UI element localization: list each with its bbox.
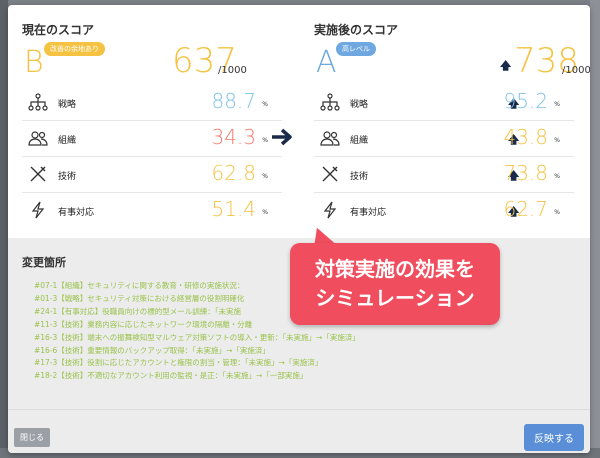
tools-icon [322, 166, 338, 182]
callout-line-2: シミュレーション [315, 286, 475, 310]
background-page-left [0, 0, 8, 458]
metric-unit: % [262, 173, 268, 180]
list-item: #18-2【技術】不適切なアカウント利用の監視・是正：「未実施」→「一部実施」 [34, 371, 308, 381]
metric-label: 戦略 [58, 100, 77, 110]
changes-title: 変更箇所 [22, 256, 66, 269]
after-metric-technology: 技術 🡅 73.8 % [314, 157, 574, 193]
after-score-title: 実施後のスコア [314, 23, 399, 37]
metric-value: 51.4 [211, 197, 256, 221]
metric-value: 34.3 [211, 125, 256, 149]
current-grade-badge: 改善の余地あり [44, 42, 105, 56]
metric-label: 有事対応 [58, 208, 95, 218]
callout-text: 対策実施の効果を シミュレーション [290, 255, 500, 313]
metric-unit: % [554, 101, 560, 108]
after-metric-strategy: 戦略 🡅 95.2 % [314, 85, 574, 121]
current-metric-strategy: 戦略 88.7 % [22, 85, 282, 121]
current-metric-incident: 有事対応 51.4 % [22, 193, 282, 229]
after-grade-badge: 高レベル [336, 42, 376, 56]
score-simulation-modal: 現在のスコア B 改善の余地あり 637 /1000 戦略 88.7 % 組織 … [8, 5, 590, 453]
list-item: #17-3【技術】役割に応じたアカウントと権限の割当・管理：「未実施」→「実施済… [34, 358, 323, 368]
apply-button[interactable]: 反映する [524, 424, 584, 451]
arrow-right-icon [272, 128, 292, 146]
current-score-title: 現在のスコア [22, 23, 95, 37]
current-total-max: /1000 [218, 65, 247, 76]
callout-line-1: 対策実施の効果を [315, 257, 475, 281]
metric-label: 戦略 [350, 100, 369, 110]
lightning-icon [31, 201, 45, 219]
background-page-right [590, 0, 600, 458]
metric-label: 組織 [350, 136, 369, 146]
metric-unit: % [554, 137, 560, 144]
metric-unit: % [262, 101, 268, 108]
metric-unit: % [262, 137, 268, 144]
metric-value: 43.8 [503, 125, 548, 149]
metric-unit: % [554, 173, 560, 180]
people-icon [28, 131, 48, 146]
metric-value: 62.7 [503, 197, 548, 221]
hierarchy-icon [28, 93, 48, 111]
tools-icon [30, 166, 46, 182]
metric-label: 有事対応 [350, 208, 387, 218]
arrow-up-icon: 🡅 [500, 59, 512, 72]
metric-label: 組織 [58, 136, 77, 146]
after-total-max: /1000 [562, 65, 590, 76]
list-item: #16-3【技術】端末への振舞検知型マルウェア対策ソフトの導入・更新：「未実施」… [34, 332, 360, 342]
current-grade: B [24, 45, 44, 80]
after-metric-incident: 有事対応 🡅 62.7 % [314, 193, 574, 229]
metric-value: 88.7 [211, 89, 256, 113]
metric-unit: % [554, 209, 560, 216]
metric-value: 62.8 [211, 161, 256, 185]
metric-value: 73.8 [503, 161, 548, 185]
people-icon [320, 131, 340, 146]
hierarchy-icon [320, 93, 340, 111]
current-metric-technology: 技術 62.8 % [22, 157, 282, 193]
metric-label: 技術 [58, 172, 77, 182]
modal-footer: 閉じる 反映する [8, 409, 590, 453]
metric-value: 95.2 [503, 89, 548, 113]
metric-label: 技術 [350, 172, 369, 182]
current-metric-organization: 組織 34.3 % [22, 121, 282, 157]
close-button[interactable]: 閉じる [14, 428, 50, 447]
simulation-callout: 対策実施の効果を シミュレーション [290, 243, 500, 325]
list-item: #16-6【技術】重要情報のバックアップ取得：「未実施」→「実施済」 [34, 345, 270, 355]
lightning-icon [323, 201, 337, 219]
after-metric-organization: 組織 🡅 43.8 % [314, 121, 574, 157]
metric-unit: % [262, 209, 268, 216]
after-grade: A [316, 45, 337, 80]
